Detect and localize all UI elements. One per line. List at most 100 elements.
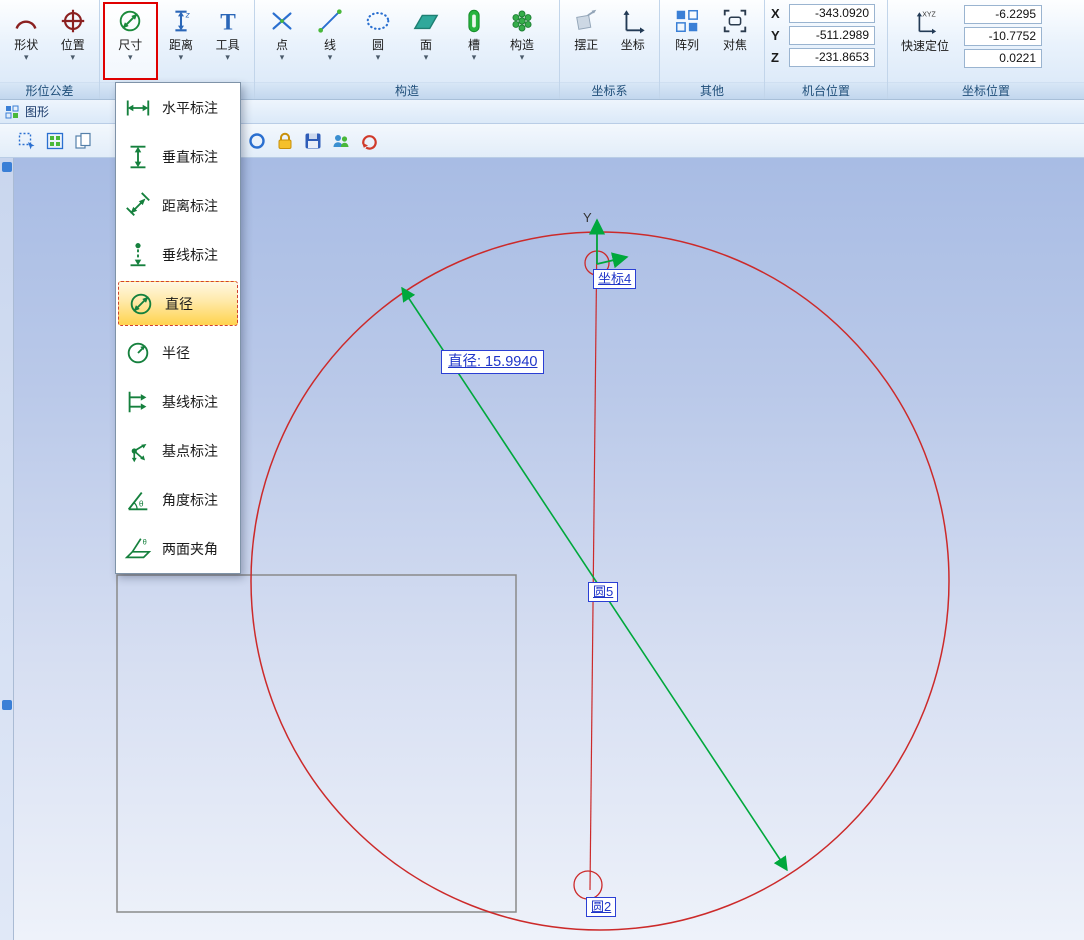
circle-feature-main[interactable] xyxy=(251,232,949,930)
menu-item-label: 两面夹角 xyxy=(162,539,218,559)
menu-item-perpendicular-dimension[interactable]: 垂线标注 xyxy=(116,230,240,279)
align-button[interactable]: 摆正 xyxy=(563,2,610,52)
diameter-dimension-line[interactable] xyxy=(402,288,787,870)
focus-label: 对焦 xyxy=(723,39,747,52)
quick-position-xyz-icon: XYZ xyxy=(910,7,940,37)
svg-text:θ: θ xyxy=(143,537,147,546)
slot-button[interactable]: 槽 ▾ xyxy=(450,2,498,61)
menu-item-diameter[interactable]: 直径 xyxy=(118,281,238,326)
side-tab-icon[interactable] xyxy=(2,700,12,710)
point-label: 点 xyxy=(276,39,288,52)
tab-graphics[interactable]: 图形 xyxy=(25,103,49,120)
machine-x-label: X xyxy=(771,6,785,21)
fit-view-icon[interactable] xyxy=(44,130,66,152)
annotation-diameter[interactable]: 直径: 15.9940 xyxy=(441,350,544,374)
coordinate-icon xyxy=(618,6,648,36)
menu-item-label: 基线标注 xyxy=(162,392,218,412)
menu-item-angle-dimension[interactable]: θ 角度标注 xyxy=(116,475,240,524)
select-rect-icon[interactable] xyxy=(16,130,38,152)
circle-feature-bottom[interactable] xyxy=(574,871,602,899)
vertical-dimension-icon xyxy=(123,142,153,172)
array-button[interactable]: 阵列 xyxy=(663,2,711,52)
construct-button[interactable]: 构造 ▾ xyxy=(498,2,546,61)
menu-item-horizontal-dimension[interactable]: 水平标注 xyxy=(116,83,240,132)
annotation-circle2[interactable]: 圆2 xyxy=(586,897,616,917)
position-icon xyxy=(58,6,88,36)
svg-text:T: T xyxy=(220,9,236,35)
dimension-label: 尺寸 xyxy=(118,39,142,52)
basepoint-dimension-icon xyxy=(123,436,153,466)
coord-y-value: -10.7752 xyxy=(964,27,1042,46)
axis-x-arrow[interactable] xyxy=(597,257,627,264)
group-construction: 点 ▾ 线 ▾ 圆 ▾ 面 ▾ xyxy=(255,0,560,99)
redo-arrow-icon[interactable] xyxy=(358,130,380,152)
menu-item-basepoint-dimension[interactable]: 基点标注 xyxy=(116,426,240,475)
distance-label: 距离 xyxy=(169,39,193,52)
tools-button[interactable]: T 工具 ▾ xyxy=(204,2,251,61)
plane-button[interactable]: 面 ▾ xyxy=(402,2,450,61)
menu-item-label: 直径 xyxy=(165,294,193,314)
circle-icon xyxy=(363,6,393,36)
machine-z-label: Z xyxy=(771,50,785,65)
circle-view-icon[interactable] xyxy=(246,130,268,152)
shape-label: 形状 xyxy=(14,39,38,52)
array-icon xyxy=(672,6,702,36)
quick-position-button[interactable]: XYZ 快速定位 xyxy=(894,3,956,53)
coordinate-button[interactable]: 坐标 xyxy=(610,2,657,52)
distance-icon: z xyxy=(166,6,196,36)
coord-z-value: 0.0221 xyxy=(964,49,1042,68)
slot-label: 槽 xyxy=(468,39,480,52)
lock-icon[interactable] xyxy=(274,130,296,152)
distance-button[interactable]: z 距离 ▾ xyxy=(158,2,205,61)
group-label-construction: 构造 xyxy=(255,82,559,99)
machine-x-value: -343.0920 xyxy=(789,4,875,23)
axis-y-label: Y xyxy=(583,210,592,225)
group-coordinate-system: 摆正 坐标 坐标系 xyxy=(560,0,660,99)
menu-item-distance-dimension[interactable]: 距离标注 xyxy=(116,181,240,230)
save-icon[interactable] xyxy=(302,130,324,152)
group-machine-position: X -343.0920 Y -511.2989 Z -231.8653 机台位置 xyxy=(765,0,888,99)
copy-page-icon[interactable] xyxy=(72,130,94,152)
coord-x-value: -6.2295 xyxy=(964,5,1042,24)
side-tab-icon[interactable] xyxy=(2,162,12,172)
focus-button[interactable]: 对焦 xyxy=(711,2,759,52)
machine-y-label: Y xyxy=(771,28,785,43)
menu-item-radius[interactable]: 半径 xyxy=(116,328,240,377)
diameter-icon xyxy=(126,289,156,319)
array-label: 阵列 xyxy=(675,39,699,52)
centerline-feature[interactable] xyxy=(590,228,597,890)
circle-button[interactable]: 圆 ▾ xyxy=(354,2,402,61)
menu-item-label: 基点标注 xyxy=(162,441,218,461)
svg-text:θ: θ xyxy=(139,498,144,508)
position-button[interactable]: 位置 ▾ xyxy=(50,2,97,61)
distance-dimension-icon xyxy=(123,191,153,221)
chevron-down-icon: ▾ xyxy=(328,53,333,61)
group-form-tolerance: 形状 ▾ 位置 ▾ 形位公差 xyxy=(0,0,100,99)
group-label-other: 其他 xyxy=(660,82,764,99)
menu-item-label: 半径 xyxy=(162,343,190,363)
coordinate-label: 坐标 xyxy=(621,39,645,52)
shape-button[interactable]: 形状 ▾ xyxy=(3,2,50,61)
circle-label: 圆 xyxy=(372,39,384,52)
point-button[interactable]: 点 ▾ xyxy=(258,2,306,61)
annotation-coord4[interactable]: 坐标4 xyxy=(593,269,636,289)
annotation-circle5[interactable]: 圆5 xyxy=(588,582,618,602)
menu-item-label: 垂线标注 xyxy=(162,245,218,265)
menu-item-label: 角度标注 xyxy=(162,490,218,510)
rectangle-feature[interactable] xyxy=(117,575,516,912)
shape-icon xyxy=(11,6,41,36)
line-button[interactable]: 线 ▾ xyxy=(306,2,354,61)
users-icon[interactable] xyxy=(330,130,352,152)
chevron-down-icon: ▾ xyxy=(24,53,29,61)
menu-item-vertical-dimension[interactable]: 垂直标注 xyxy=(116,132,240,181)
dimension-button[interactable]: 尺寸 ▾ xyxy=(103,2,158,80)
menu-item-dihedral-angle[interactable]: θ 两面夹角 xyxy=(116,524,240,573)
group-label-machine-position: 机台位置 xyxy=(765,82,887,99)
plane-label: 面 xyxy=(420,39,432,52)
dimension-diameter-icon xyxy=(115,6,145,36)
chevron-down-icon: ▾ xyxy=(128,53,133,61)
chevron-down-icon: ▾ xyxy=(225,53,230,61)
menu-item-baseline-dimension[interactable]: 基线标注 xyxy=(116,377,240,426)
point-icon xyxy=(267,6,297,36)
group-label-coordinate-position: 坐标位置 xyxy=(888,82,1084,99)
